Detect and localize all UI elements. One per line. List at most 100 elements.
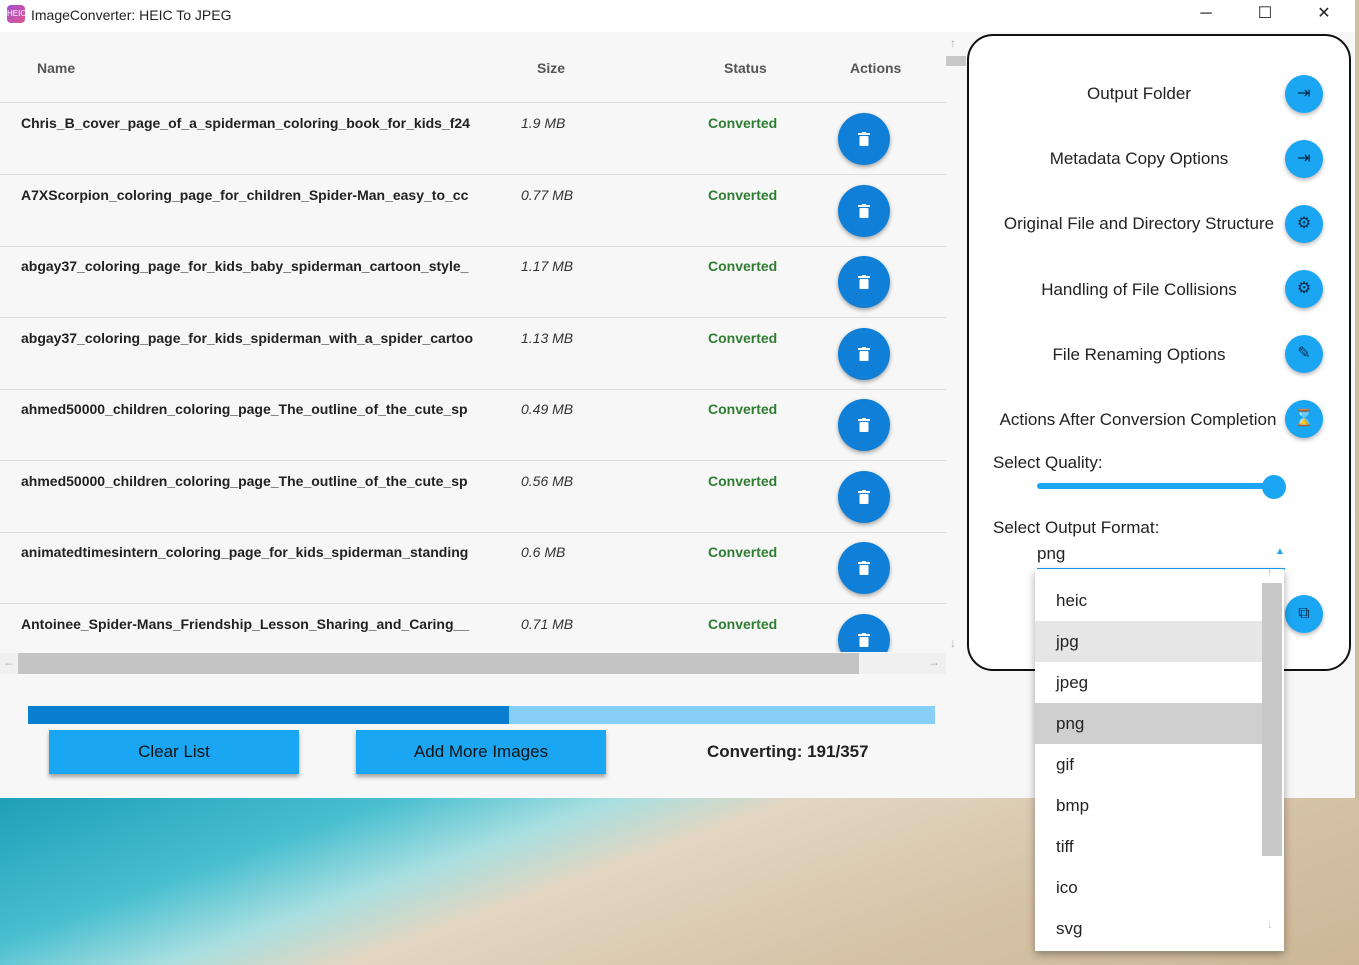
- directory-structure-button[interactable]: ⚙: [1285, 205, 1323, 243]
- clear-list-button[interactable]: Clear List: [49, 730, 299, 774]
- file-size: 0.6 MB: [521, 544, 566, 560]
- dropdown-scroll-down-icon[interactable]: ↓: [1267, 919, 1273, 931]
- table-row[interactable]: ahmed50000_children_coloring_page_The_ou…: [0, 461, 946, 533]
- vertical-scrollbar[interactable]: ↑ ↓: [946, 32, 966, 652]
- trash-icon: [858, 418, 870, 432]
- quality-slider-thumb[interactable]: [1262, 475, 1286, 499]
- minimize-button[interactable]: ─: [1177, 0, 1235, 30]
- file-name: ahmed50000_children_coloring_page_The_ou…: [21, 472, 468, 489]
- column-header-name[interactable]: Name: [37, 60, 75, 76]
- file-name: animatedtimesintern_coloring_page_for_ki…: [21, 544, 469, 560]
- progress-fill: [28, 706, 509, 724]
- file-size: 0.49 MB: [521, 401, 574, 417]
- format-option-heic[interactable]: heic: [1035, 580, 1262, 621]
- status-badge: Converted: [708, 615, 778, 632]
- table-row[interactable]: ahmed50000_children_coloring_page_The_ou…: [0, 389, 946, 461]
- trash-icon: [858, 275, 870, 289]
- progress-bar: [28, 706, 935, 724]
- file-size: 1.17 MB: [521, 258, 574, 274]
- table-row[interactable]: abgay37_coloring_page_for_kids_baby_spid…: [0, 246, 946, 318]
- table-row[interactable]: abgay37_coloring_page_for_kids_spiderman…: [0, 318, 946, 390]
- gear-icon: ⚙: [1296, 215, 1312, 232]
- format-option-jpeg[interactable]: jpeg: [1035, 662, 1262, 703]
- format-option-jpg[interactable]: jpg: [1035, 621, 1262, 662]
- format-option-png[interactable]: png: [1035, 703, 1262, 744]
- delete-button[interactable]: [838, 184, 890, 237]
- file-size: 0.56 MB: [521, 472, 574, 489]
- after-conversion-button[interactable]: ⌛: [1285, 400, 1323, 438]
- select-quality-label: Select Quality:: [993, 453, 1103, 472]
- delete-button[interactable]: [838, 399, 890, 451]
- vertical-scroll-thumb[interactable]: [946, 56, 966, 66]
- status-badge: Converted: [708, 186, 778, 203]
- file-renaming-label: File Renaming Options: [1052, 345, 1226, 364]
- trash-icon: [858, 489, 870, 504]
- delete-button[interactable]: [838, 542, 890, 594]
- add-more-images-button[interactable]: Add More Images: [356, 730, 606, 774]
- file-name: Chris_B_cover_page_of_a_spiderman_colori…: [21, 115, 470, 131]
- horizontal-scroll-thumb[interactable]: [18, 653, 859, 674]
- directory-structure-label: Original File and Directory Structure: [1003, 214, 1275, 233]
- logout-icon: ⇥: [1297, 85, 1311, 102]
- format-option-tiff[interactable]: tiff: [1035, 826, 1262, 867]
- logout-icon: ⇥: [1297, 150, 1311, 167]
- table-row[interactable]: A7XScorpion_coloring_page_for_children_S…: [0, 175, 946, 247]
- quality-slider-track[interactable]: [1037, 483, 1277, 489]
- delete-button[interactable]: [838, 113, 890, 165]
- scroll-left-icon[interactable]: ←: [3, 655, 15, 669]
- output-folder-label: Output Folder: [1087, 84, 1191, 103]
- horizontal-scrollbar[interactable]: ← →: [0, 653, 946, 674]
- output-folder-button[interactable]: ⇥: [1285, 75, 1323, 113]
- file-table: Name Size Status Actions Chris_B_cover_p…: [0, 32, 946, 652]
- status-badge: Converted: [708, 472, 778, 489]
- trash-icon: [858, 132, 870, 146]
- format-option-svg[interactable]: svg: [1035, 908, 1262, 949]
- column-header-status[interactable]: Status: [724, 60, 767, 76]
- file-size: 1.13 MB: [521, 329, 574, 346]
- dropdown-arrow-icon[interactable]: ▲: [1275, 546, 1285, 557]
- file-size: 1.9 MB: [521, 115, 566, 131]
- window-title: ImageConverter: HEIC To JPEG: [31, 7, 232, 23]
- maximize-button[interactable]: ☐: [1236, 0, 1294, 30]
- format-option-gif[interactable]: gif: [1035, 744, 1262, 785]
- table-row[interactable]: Antoinee_Spider-Mans_Friendship_Lesson_S…: [0, 604, 946, 652]
- file-name: A7XScorpion_coloring_page_for_children_S…: [21, 186, 469, 203]
- file-name: Antoinee_Spider-Mans_Friendship_Lesson_S…: [21, 615, 470, 632]
- file-collisions-button[interactable]: ⚙: [1285, 270, 1323, 308]
- column-header-size[interactable]: Size: [537, 60, 565, 76]
- format-option-ico[interactable]: ico: [1035, 867, 1262, 908]
- status-badge: Converted: [708, 401, 778, 417]
- converting-status: Converting: 191/357: [707, 742, 869, 761]
- dropdown-scroll-thumb[interactable]: [1262, 583, 1282, 856]
- open-output-button[interactable]: ⧉: [1285, 595, 1323, 633]
- delete-button[interactable]: [838, 613, 890, 652]
- status-badge: Converted: [708, 258, 778, 274]
- metadata-copy-options-label: Metadata Copy Options: [1049, 149, 1229, 168]
- file-name: abgay37_coloring_page_for_kids_spiderman…: [21, 329, 474, 346]
- file-renaming-button[interactable]: ✎: [1285, 335, 1323, 373]
- trash-icon: [858, 203, 870, 218]
- output-format-select[interactable]: png: [1037, 544, 1065, 564]
- app-icon: HEIC: [7, 5, 26, 23]
- format-dropdown-list: heic jpg jpeg png gif bmp tiff ico svg ↑ ↓: [1035, 569, 1284, 951]
- format-option-bmp[interactable]: bmp: [1035, 785, 1262, 826]
- table-row[interactable]: animatedtimesintern_coloring_page_for_ki…: [0, 532, 946, 604]
- status-badge: Converted: [708, 544, 778, 560]
- open-external-icon: ⧉: [1298, 605, 1310, 622]
- file-collisions-label: Handling of File Collisions: [1041, 280, 1237, 299]
- close-button[interactable]: ✕: [1295, 0, 1353, 30]
- column-header-actions: Actions: [850, 60, 902, 76]
- table-row[interactable]: Chris_B_cover_page_of_a_spiderman_colori…: [0, 103, 946, 175]
- status-badge: Converted: [708, 329, 778, 346]
- delete-button[interactable]: [838, 470, 890, 523]
- metadata-copy-options-button[interactable]: ⇥: [1285, 140, 1323, 178]
- trash-icon: [858, 632, 870, 647]
- file-name: abgay37_coloring_page_for_kids_baby_spid…: [21, 258, 469, 274]
- scroll-right-icon[interactable]: →: [928, 655, 940, 669]
- dropdown-scroll-up-icon[interactable]: ↑: [1267, 569, 1273, 579]
- scroll-down-icon[interactable]: ↓: [950, 636, 956, 650]
- scroll-up-icon[interactable]: ↑: [950, 36, 956, 50]
- delete-button[interactable]: [838, 256, 890, 308]
- delete-button[interactable]: [838, 327, 890, 380]
- after-conversion-label: Actions After Conversion Completion: [999, 410, 1277, 429]
